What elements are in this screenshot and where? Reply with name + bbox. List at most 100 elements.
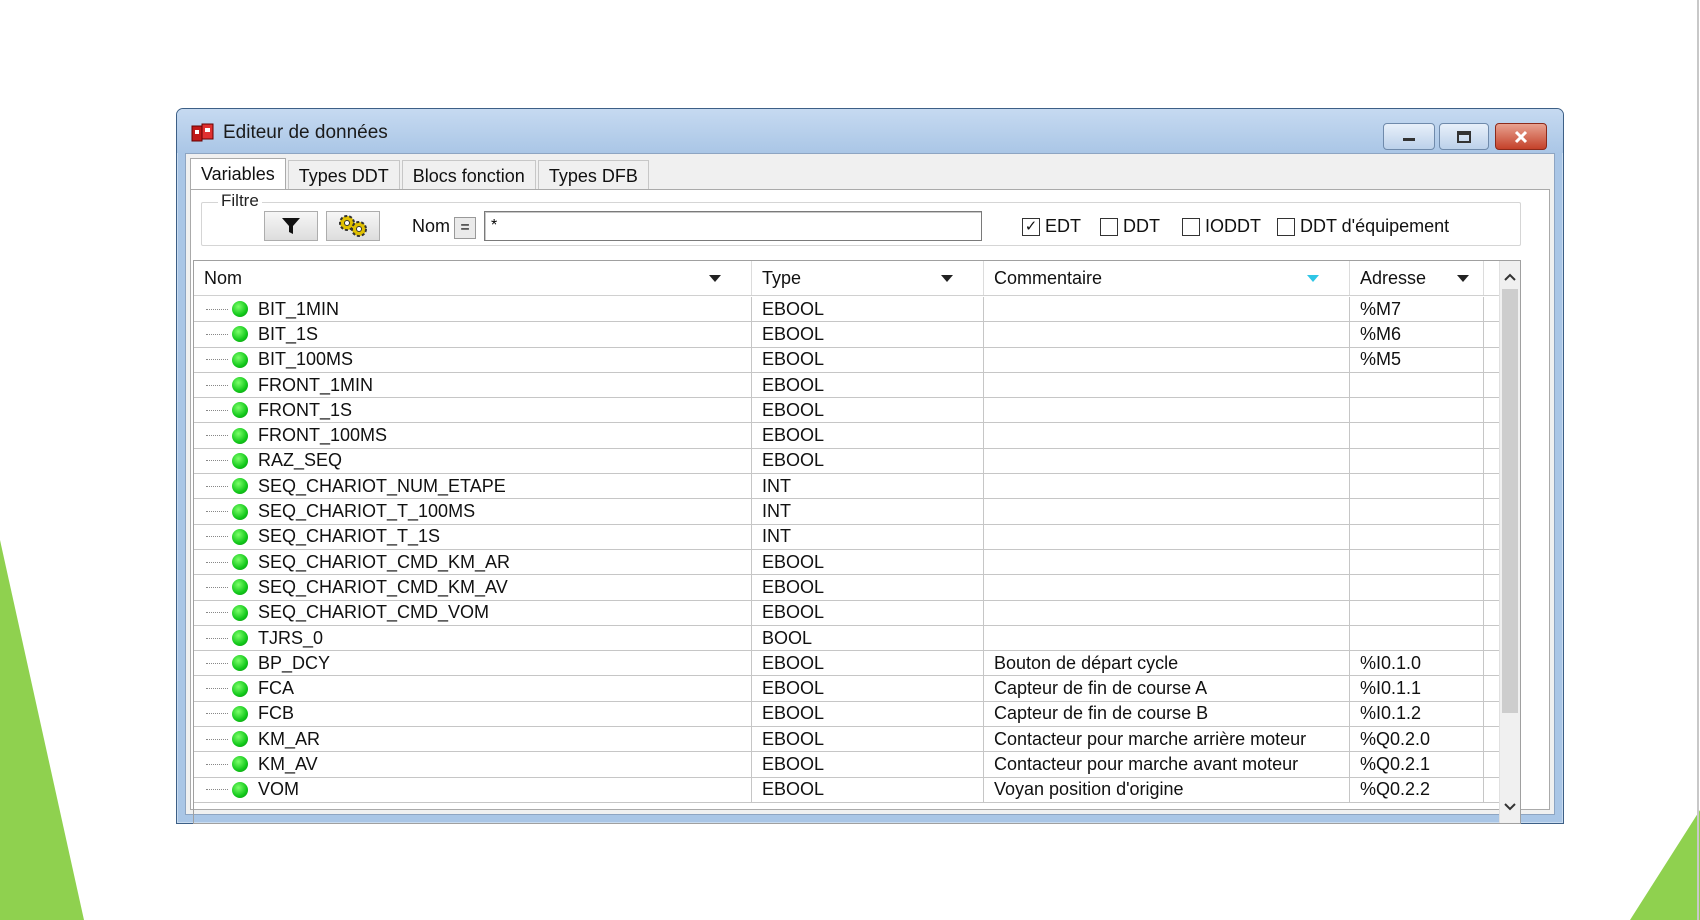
cell-type[interactable]: EBOOL (752, 600, 984, 625)
scrollbar-thumb[interactable] (1502, 289, 1518, 713)
cell-type[interactable]: EBOOL (752, 651, 984, 676)
equals-button[interactable]: = (454, 217, 476, 239)
cell-type[interactable]: EBOOL (752, 347, 984, 372)
cell-type[interactable]: BOOL (752, 625, 984, 651)
cell-type[interactable]: EBOOL (752, 676, 984, 701)
cell-type[interactable]: EBOOL (752, 777, 984, 802)
cell-type[interactable]: EBOOL (752, 322, 984, 347)
cell-commentaire[interactable] (984, 347, 1350, 372)
cell-type[interactable]: EBOOL (752, 423, 984, 448)
cell-type[interactable]: EBOOL (752, 372, 984, 398)
cell-commentaire[interactable] (984, 297, 1350, 322)
dropdown-arrow-icon[interactable] (709, 275, 721, 282)
cell-adresse[interactable] (1350, 524, 1484, 549)
cell-adresse[interactable] (1350, 600, 1484, 625)
table-row[interactable]: BIT_100MS EBOOL %M5 (194, 347, 1500, 373)
cell-nom[interactable]: BIT_1S (194, 322, 752, 347)
cell-commentaire[interactable]: Contacteur pour marche avant moteur (984, 752, 1350, 777)
cell-commentaire[interactable] (984, 600, 1350, 625)
column-header-commentaire[interactable]: Commentaire (984, 261, 1350, 295)
table-row[interactable]: KM_AV EBOOL Contacteur pour marche avant m… (194, 752, 1500, 778)
cell-type[interactable]: EBOOL (752, 701, 984, 727)
cell-adresse[interactable]: %I0.1.1 (1350, 676, 1484, 701)
apply-filter-button[interactable] (264, 211, 318, 241)
cell-nom[interactable]: SEQ_CHARIOT_T_100MS (194, 499, 752, 524)
sort-arrow-icon[interactable] (1307, 275, 1319, 282)
cell-adresse[interactable]: %I0.1.0 (1350, 651, 1484, 676)
cell-type[interactable]: EBOOL (752, 549, 984, 575)
cell-commentaire[interactable] (984, 625, 1350, 651)
table-row[interactable]: SEQ_CHARIOT_T_1S INT (194, 524, 1500, 550)
cell-adresse[interactable] (1350, 575, 1484, 600)
table-row[interactable]: FRONT_100MS EBOOL (194, 423, 1500, 449)
name-filter-input[interactable] (484, 211, 982, 241)
cell-adresse[interactable] (1350, 625, 1484, 651)
cell-nom[interactable]: SEQ_CHARIOT_T_1S (194, 524, 752, 549)
cell-commentaire[interactable] (984, 575, 1350, 600)
cell-adresse[interactable] (1350, 398, 1484, 423)
cell-commentaire[interactable] (984, 398, 1350, 423)
cell-type[interactable]: INT (752, 474, 984, 499)
cell-adresse[interactable] (1350, 549, 1484, 575)
cell-commentaire[interactable] (984, 499, 1350, 524)
table-row[interactable]: KM_AR EBOOL Contacteur pour marche arrière… (194, 727, 1500, 753)
ddt-equipement-checkbox[interactable]: DDT d'équipement (1277, 216, 1449, 237)
cell-commentaire[interactable] (984, 549, 1350, 575)
cell-adresse[interactable] (1350, 499, 1484, 524)
minimize-button[interactable] (1383, 123, 1435, 150)
cell-adresse[interactable]: %M7 (1350, 297, 1484, 322)
cell-nom[interactable]: FCA (194, 676, 752, 701)
cell-nom[interactable]: TJRS_0 (194, 625, 752, 651)
cell-adresse[interactable] (1350, 448, 1484, 474)
cell-adresse[interactable]: %M5 (1350, 347, 1484, 372)
dropdown-arrow-icon[interactable] (1457, 275, 1469, 282)
cell-commentaire[interactable] (984, 322, 1350, 347)
table-row[interactable]: TJRS_0 BOOL (194, 625, 1500, 652)
cell-nom[interactable]: BP_DCY (194, 651, 752, 676)
cell-commentaire[interactable]: Voyan position d'origine (984, 777, 1350, 802)
cell-adresse[interactable]: %M6 (1350, 322, 1484, 347)
table-row[interactable]: FCB EBOOL Capteur de fin de course B %I0.1.… (194, 701, 1500, 728)
tab-types-dfb[interactable]: Types DFB (537, 160, 649, 190)
cell-commentaire[interactable] (984, 474, 1350, 499)
cell-commentaire[interactable] (984, 448, 1350, 474)
edt-checkbox[interactable]: ✓ EDT (1022, 216, 1081, 237)
scroll-down-button[interactable] (1500, 797, 1520, 817)
table-row[interactable]: FRONT_1MIN EBOOL (194, 372, 1500, 399)
cell-commentaire[interactable]: Capteur de fin de course B (984, 701, 1350, 727)
cell-commentaire[interactable]: Bouton de départ cycle (984, 651, 1350, 676)
cell-type[interactable]: INT (752, 499, 984, 524)
cell-commentaire[interactable]: Contacteur pour marche arrière moteur (984, 727, 1350, 752)
tab-types-ddt[interactable]: Types DDT (287, 160, 400, 190)
cell-nom[interactable]: BIT_100MS (194, 347, 752, 372)
cell-nom[interactable]: RAZ_SEQ (194, 448, 752, 474)
tab-blocs-fonction[interactable]: Blocs fonction (401, 160, 536, 190)
table-row[interactable]: FCA EBOOL Capteur de fin de course A %I0.1.… (194, 676, 1500, 702)
cell-adresse[interactable]: %I0.1.2 (1350, 701, 1484, 727)
table-row[interactable]: SEQ_CHARIOT_NUM_ETAPE INT (194, 474, 1500, 500)
cell-adresse[interactable]: %Q0.2.2 (1350, 777, 1484, 802)
cell-type[interactable]: EBOOL (752, 752, 984, 777)
cell-type[interactable]: EBOOL (752, 575, 984, 600)
cell-commentaire[interactable] (984, 524, 1350, 549)
table-row[interactable]: SEQ_CHARIOT_CMD_KM_AR EBOOL (194, 549, 1500, 576)
table-row[interactable]: BIT_1MIN EBOOL %M7 (194, 297, 1500, 323)
dropdown-arrow-icon[interactable] (941, 275, 953, 282)
scroll-up-button[interactable] (1500, 267, 1520, 287)
column-header-type[interactable]: Type (752, 261, 984, 295)
cell-nom[interactable]: FRONT_100MS (194, 423, 752, 448)
cell-adresse[interactable] (1350, 372, 1484, 398)
table-row[interactable]: BIT_1S EBOOL %M6 (194, 322, 1500, 348)
table-row[interactable]: FRONT_1S EBOOL (194, 398, 1500, 424)
cell-nom[interactable]: FCB (194, 701, 752, 727)
cell-type[interactable]: EBOOL (752, 398, 984, 423)
cell-nom[interactable]: VOM (194, 777, 752, 802)
cell-commentaire[interactable] (984, 423, 1350, 448)
cell-adresse[interactable]: %Q0.2.1 (1350, 752, 1484, 777)
ioddt-checkbox[interactable]: IODDT (1182, 216, 1261, 237)
cell-type[interactable]: EBOOL (752, 448, 984, 474)
filter-settings-button[interactable] (326, 211, 380, 241)
cell-type[interactable]: EBOOL (752, 727, 984, 752)
cell-adresse[interactable]: %Q0.2.0 (1350, 727, 1484, 752)
cell-nom[interactable]: SEQ_CHARIOT_CMD_KM_AR (194, 549, 752, 575)
